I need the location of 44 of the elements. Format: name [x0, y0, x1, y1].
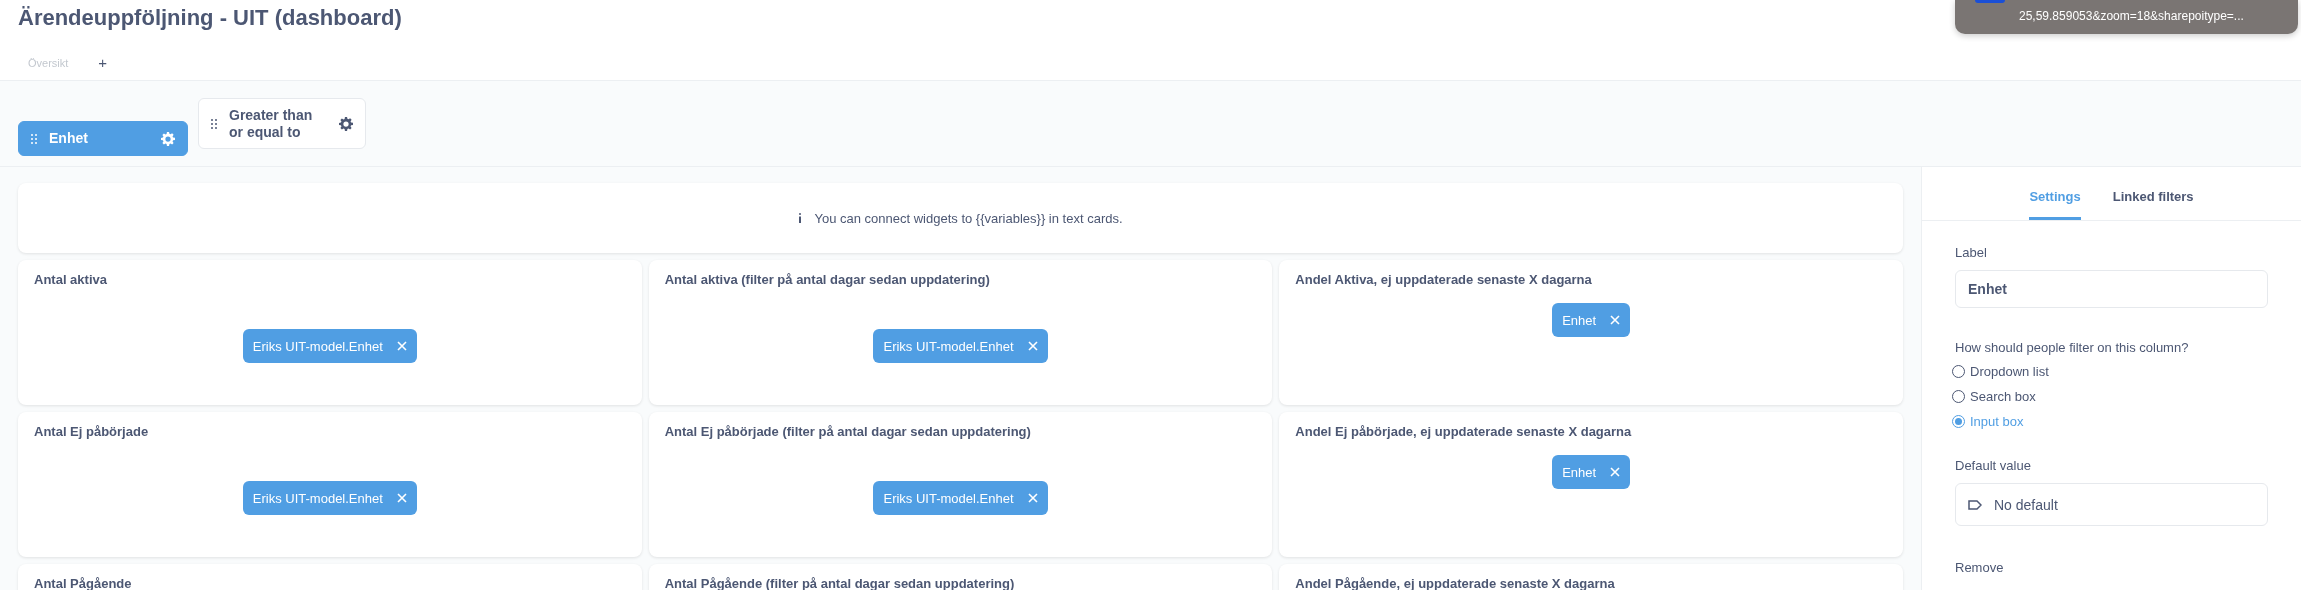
panel-tab[interactable]: Settings: [2029, 167, 2081, 220]
tag-icon: [1968, 499, 1982, 510]
mapped-field-chip[interactable]: Enhet: [1552, 455, 1631, 489]
add-tab-button[interactable]: +: [98, 54, 108, 71]
filter-chip[interactable]: Enhet: [18, 121, 188, 156]
card-title: Antal Pågående (filter på antal dagar sedan uppdatering): [664, 576, 1016, 590]
close-icon[interactable]: [396, 341, 407, 351]
dashboard-title: Ärendeuppföljning - UIT (dashboard): [18, 4, 402, 32]
tooltip-text: 25,59.859053&zoom=18&sharepoitype=...: [2019, 9, 2244, 23]
card-title: Antal Ej påbörjade: [34, 424, 150, 439]
label-input[interactable]: Enhet: [1955, 270, 2268, 308]
notice-text: You can connect widgets to {{variables}} in text cards.: [814, 210, 1123, 226]
close-icon[interactable]: [1610, 315, 1621, 325]
radio-option[interactable]: Search box: [1952, 384, 2268, 409]
question-text: How should people filter on this column?: [1955, 340, 2190, 355]
card-title: Antal Ej påbörjade (filter på antal dagar sedan uppdatering): [664, 424, 1032, 439]
radio-option[interactable]: Dropdown list: [1952, 359, 2268, 384]
mapped-field-chip[interactable]: Eriks UIT-model.Enhet: [873, 329, 1048, 363]
gear-icon[interactable]: [339, 116, 353, 131]
mapped-field-chip[interactable]: Eriks UIT-model.Enhet: [242, 329, 417, 363]
filter-chip[interactable]: Greater than or equal to: [198, 98, 366, 149]
card-title: Antal aktiva (filter på antal dagar sedan uppdatering): [664, 272, 991, 287]
field-label: Default value: [1955, 458, 2032, 473]
card-title: Antal Pågående: [34, 576, 133, 590]
card-title: Andel Pågående, ej uppdaterade senaste X dagarna: [1295, 576, 1616, 590]
drag-handle-icon[interactable]: [211, 118, 217, 129]
card-title: Andel Ej påbörjade, ej uppdaterade senaste X dagarna: [1295, 424, 1633, 439]
info-icon: [798, 213, 803, 223]
close-icon[interactable]: [396, 493, 407, 503]
remove-link[interactable]: Remove: [1955, 560, 2268, 575]
drag-handle-icon[interactable]: [31, 133, 37, 144]
card-title: Antal aktiva: [34, 272, 108, 287]
card-title: Andel Aktiva, ej uppdaterade senaste X dagarna: [1295, 272, 1593, 287]
close-icon[interactable]: [1027, 493, 1038, 503]
mapped-field-chip[interactable]: Enhet: [1552, 303, 1631, 337]
panel-tab[interactable]: Linked filters: [2112, 167, 2194, 220]
close-icon[interactable]: [1610, 467, 1621, 477]
field-label: Label: [1955, 245, 1988, 260]
close-icon[interactable]: [1027, 341, 1038, 351]
mapped-field-chip[interactable]: Eriks UIT-model.Enhet: [242, 481, 417, 515]
default-value-field[interactable]: No default: [1955, 483, 2268, 526]
mapped-field-chip[interactable]: Eriks UIT-model.Enhet: [873, 481, 1048, 515]
radio-option[interactable]: Input box: [1952, 409, 2268, 434]
dashboard-tab[interactable]: Översikt: [28, 56, 69, 69]
